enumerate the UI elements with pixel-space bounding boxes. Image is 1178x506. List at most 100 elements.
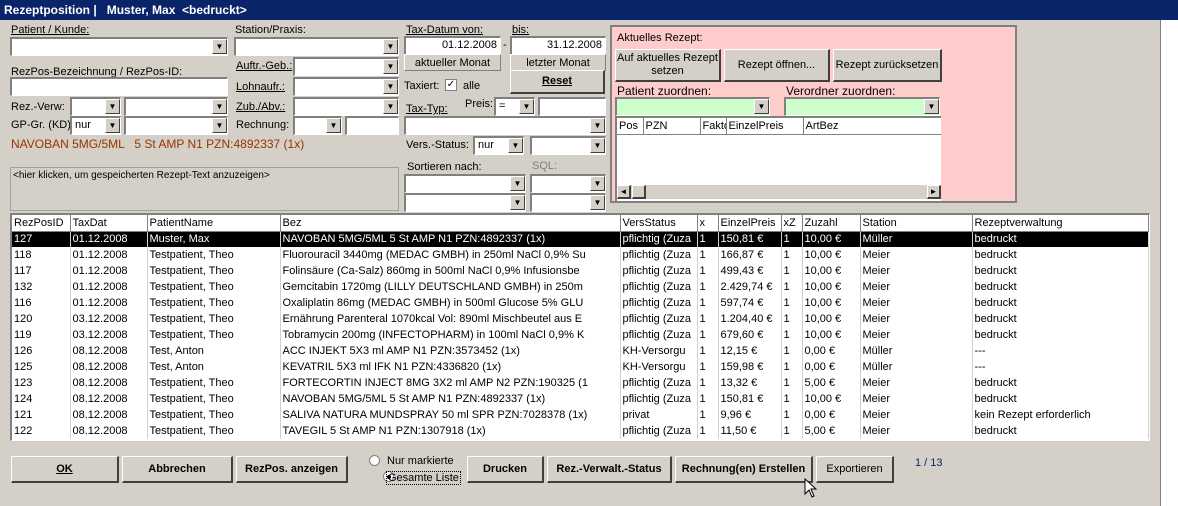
zub-combo[interactable]: ▼ [293,97,399,116]
table-row[interactable]: 124 08.12.2008 Testpatient, Theo NAVOBAN 5M… [12,391,1149,407]
chevron-down-icon[interactable]: ▼ [590,138,605,153]
col-pos[interactable]: Pos [617,118,644,135]
scroll-thumb[interactable] [632,185,646,199]
verordner-assign-combo[interactable]: ▼ [784,97,940,116]
reset-button[interactable]: Reset [510,70,605,94]
gpgr-combo-2[interactable]: ▼ [124,116,228,135]
patient-assign-combo[interactable]: ▼ [615,97,770,116]
chevron-down-icon[interactable]: ▼ [510,195,525,210]
table-row[interactable]: 125 08.12.2008 Test, Anton KEVATRIL 5X3 ml … [12,359,1149,375]
station-combo[interactable]: ▼ [234,37,399,56]
col-faktor[interactable]: Faktor [700,118,727,135]
chevron-down-icon[interactable]: ▼ [212,99,227,114]
taxiert-checkbox[interactable]: ✓ [445,79,457,91]
exportieren-button[interactable]: Exportieren [816,456,894,483]
set-current-rezept-button[interactable]: Auf aktuelles Rezept setzen [615,49,721,82]
sort-combo-1[interactable]: ▼ [404,174,526,193]
reset-rezept-button[interactable]: Rezept zurücksetzen [833,49,942,82]
col-versstatus[interactable]: VersStatus [620,215,698,232]
col-pzn[interactable]: PZN [643,118,701,135]
table-row[interactable]: 126 08.12.2008 Test, Anton ACC INJEKT 5X3 m… [12,343,1149,359]
chevron-down-icon[interactable]: ▼ [212,39,227,54]
auftr-combo[interactable]: ▼ [293,57,399,76]
chevron-down-icon[interactable]: ▼ [754,99,769,114]
preis-input[interactable] [538,97,606,116]
versstatus-combo[interactable]: nur ▼ [473,136,524,155]
chevron-down-icon[interactable]: ▼ [508,138,523,153]
rezverw-combo-1[interactable]: ▼ [70,97,121,116]
chevron-down-icon[interactable]: ▼ [383,79,398,94]
table-row[interactable]: 121 08.12.2008 Testpatient, Theo SALIVA NAT… [12,407,1149,423]
sort-combo-2[interactable]: ▼ [404,193,526,212]
scroll-left-icon[interactable]: ◄ [617,185,631,199]
rezpos-list[interactable]: RezPosID TaxDat PatientName Bez VersStatus x E… [10,213,1150,441]
drucken-button[interactable]: Drucken [467,456,544,483]
patient-combo[interactable]: ▼ [10,37,228,56]
col-rezeptverwaltung[interactable]: Rezeptverwaltung [972,215,1149,232]
preis-label: Preis: [465,98,494,110]
abbrechen-button[interactable]: Abbrechen [122,456,233,483]
col-bez[interactable]: Bez [280,215,621,232]
table-cell: pflichtig (Zuza [620,295,698,311]
col-rezposid[interactable]: RezPosID [12,215,71,232]
table-row[interactable]: 116 01.12.2008 Testpatient, Theo Oxaliplati… [12,295,1149,311]
table-row[interactable]: 122 08.12.2008 Testpatient, Theo TAVEGIL 5 … [12,423,1149,439]
open-rezept-button[interactable]: Rezept öffnen... [724,49,830,82]
chevron-down-icon[interactable]: ▼ [212,118,227,133]
table-row[interactable]: 132 01.12.2008 Testpatient, Theo Gemcitabin… [12,279,1149,295]
rezpos-anzeigen-button[interactable]: RezPos. anzeigen [236,456,348,483]
col-einzelpreis[interactable]: EinzelPreis [718,215,782,232]
col-x[interactable]: x [697,215,719,232]
gpgr-combo[interactable]: nur ▼ [70,116,121,135]
tax-to-field[interactable]: 31.12.2008 [510,36,606,55]
rezept-positions-list[interactable]: Pos PZN Faktor EinzelPreis ArtBez ◄ ► [615,116,941,201]
chevron-down-icon[interactable]: ▼ [383,39,398,54]
table-row[interactable]: 123 08.12.2008 Testpatient, Theo FORTECORTI… [12,375,1149,391]
table-row[interactable]: 118 01.12.2008 Testpatient, Theo Fluorourac… [12,247,1149,263]
chevron-down-icon[interactable]: ▼ [383,59,398,74]
ok-button[interactable]: OK [11,456,119,483]
last-month-button[interactable]: letzter Monat [510,54,606,71]
col-station[interactable]: Station [860,215,973,232]
rez-verwalt-status-button[interactable]: Rez.-Verwalt.-Status [547,456,672,483]
chevron-down-icon[interactable]: ▼ [924,99,939,114]
versstatus-combo-2[interactable]: ▼ [530,136,606,155]
chevron-down-icon[interactable]: ▼ [383,99,398,114]
col-xz[interactable]: xZ [781,215,803,232]
nur-markierte-radio[interactable] [369,455,380,466]
table-row[interactable]: 120 03.12.2008 Testpatient, Theo Ernährung … [12,311,1149,327]
sql-combo-2[interactable]: ▼ [530,193,606,212]
sql-combo-1[interactable]: ▼ [530,174,606,193]
chevron-down-icon[interactable]: ▼ [326,118,341,133]
table-row[interactable]: 127 01.12.2008 Muster, Max NAVOBAN 5MG/5ML … [12,231,1149,247]
preis-operator-combo[interactable]: = ▼ [494,97,535,116]
chevron-down-icon[interactable]: ▼ [590,176,605,191]
scroll-right-icon[interactable]: ► [927,185,941,199]
chevron-down-icon[interactable]: ▼ [519,99,534,114]
rezept-list-hscrollbar[interactable]: ◄ ► [617,185,941,199]
rechnung-input[interactable] [345,116,399,135]
lohnaufr-combo[interactable]: ▼ [293,77,399,96]
chevron-down-icon[interactable]: ▼ [590,118,605,133]
chevron-down-icon[interactable]: ▼ [105,118,120,133]
table-cell: bedruckt [972,423,1149,439]
col-zuzahl[interactable]: Zuzahl [802,215,861,232]
col-taxdat[interactable]: TaxDat [70,215,148,232]
chevron-down-icon[interactable]: ▼ [590,195,605,210]
rezpos-input[interactable] [10,77,228,96]
tax-from-field[interactable]: 01.12.2008 [404,36,501,55]
taxtyp-combo[interactable]: ▼ [404,116,606,135]
col-patientname[interactable]: PatientName [147,215,281,232]
table-row[interactable]: 117 01.12.2008 Testpatient, Theo Folinsäure… [12,263,1149,279]
current-month-button[interactable]: aktueller Monat [404,54,501,71]
rezept-text-area[interactable]: <hier klicken, um gespeicherten Rezept-T… [10,167,399,211]
table-cell: 03.12.2008 [70,327,148,343]
chevron-down-icon[interactable]: ▼ [510,176,525,191]
rechnung-erstellen-button[interactable]: Rechnung(en) Erstellen [675,456,813,483]
table-row[interactable]: 119 03.12.2008 Testpatient, Theo Tobramycin… [12,327,1149,343]
rezverw-combo-2[interactable]: ▼ [124,97,228,116]
rechnung-combo[interactable]: ▼ [293,116,342,135]
col-artbez[interactable]: ArtBez [803,118,941,135]
col-einzelpreis[interactable]: EinzelPreis [726,118,804,135]
chevron-down-icon[interactable]: ▼ [105,99,120,114]
